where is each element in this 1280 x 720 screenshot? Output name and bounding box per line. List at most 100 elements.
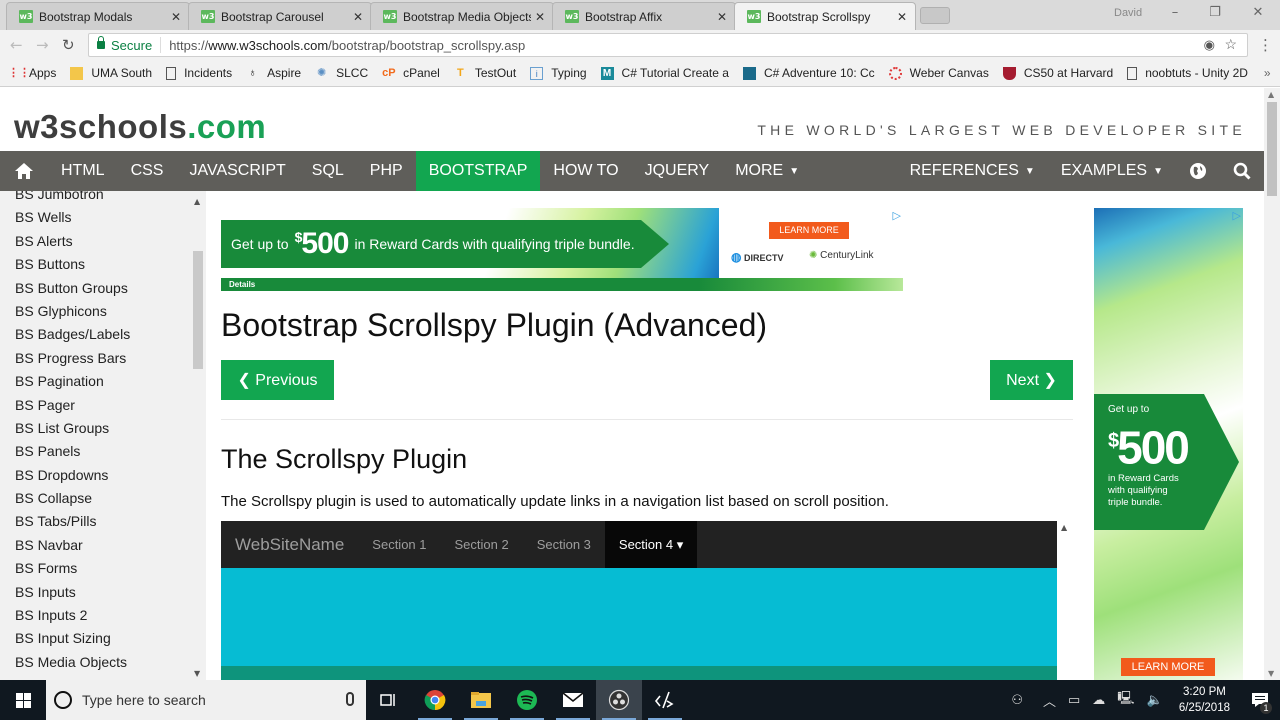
close-tab-icon[interactable]: ✕: [717, 10, 727, 24]
back-arrow-icon[interactable]: ←: [10, 36, 23, 54]
sidebar-item-media-objects[interactable]: BS Media Objects: [0, 651, 206, 674]
sidebar-item-collapse[interactable]: BS Collapse: [0, 487, 206, 510]
sidebar-item-wells[interactable]: BS Wells: [0, 206, 206, 229]
url-text[interactable]: https://www.w3schools.com/bootstrap/boot…: [161, 38, 525, 53]
nav-jquery[interactable]: JQUERY: [632, 151, 723, 191]
windows-start-icon[interactable]: [0, 680, 46, 720]
show-hidden-icons-chevron-icon[interactable]: ︿: [1043, 691, 1056, 710]
nav-bootstrap[interactable]: BOOTSTRAP: [415, 151, 541, 191]
restore-icon[interactable]: ❐: [1205, 5, 1225, 20]
side-ad-learn-more-button[interactable]: LEARN MORE: [1121, 658, 1215, 676]
bookmark-typing[interactable]: i Typing: [530, 66, 587, 80]
secure-indicator[interactable]: Secure: [89, 36, 162, 53]
close-window-icon[interactable]: ✕: [1248, 5, 1268, 20]
sidebar-item-tabs-pills[interactable]: BS Tabs/Pills: [0, 510, 206, 533]
minimize-icon[interactable]: –: [1165, 5, 1185, 20]
nav-css[interactable]: CSS: [118, 151, 177, 191]
demo-link-section-1[interactable]: Section 1: [358, 521, 440, 568]
obs-icon[interactable]: [596, 680, 642, 720]
taskbar-search-box[interactable]: Type here to search: [46, 680, 366, 720]
reload-icon[interactable]: ↻: [62, 36, 75, 54]
new-tab-button[interactable]: [920, 7, 950, 24]
bookmark-slcc[interactable]: ✺ SLCC: [315, 66, 368, 80]
sidebar-item-button-groups[interactable]: BS Button Groups: [0, 277, 206, 300]
bookmark-uma-south[interactable]: UMA South: [70, 66, 152, 80]
adchoices-icon[interactable]: ▷: [893, 209, 901, 222]
microphone-icon[interactable]: [346, 692, 354, 706]
bookmark-cpanel[interactable]: cP cPanel: [382, 66, 440, 80]
file-explorer-icon[interactable]: [458, 680, 504, 720]
nav-sql[interactable]: SQL: [299, 151, 357, 191]
nav-references[interactable]: REFERENCES ▼: [897, 151, 1048, 191]
bookmarks-overflow-button[interactable]: »: [1264, 66, 1271, 80]
sidebar-scroll-thumb[interactable]: [193, 251, 203, 369]
bookmark-noobtuts[interactable]: noobtuts - Unity 2D: [1127, 66, 1248, 80]
close-tab-icon[interactable]: ✕: [897, 10, 907, 24]
task-view-icon[interactable]: [366, 680, 412, 720]
close-tab-icon[interactable]: ✕: [535, 10, 545, 24]
home-icon[interactable]: [0, 151, 48, 191]
nav-examples[interactable]: EXAMPLES ▼: [1048, 151, 1176, 191]
tab-bootstrap-scrollspy[interactable]: w3 Bootstrap Scrollspy ✕: [734, 2, 916, 30]
demo-scrollbar[interactable]: ▲: [1057, 521, 1073, 680]
code-editor-icon[interactable]: [642, 680, 688, 720]
sidebar-item-list-groups[interactable]: BS List Groups: [0, 417, 206, 440]
adchoices-icon[interactable]: ▷: [1233, 209, 1241, 222]
bookmark-star-icon[interactable]: ☆: [1224, 36, 1237, 53]
forward-arrow-icon[interactable]: →: [36, 36, 49, 54]
sidebar-item-inputs[interactable]: BS Inputs: [0, 581, 206, 604]
page-scrollbar[interactable]: ▲ ▼: [1264, 88, 1280, 680]
demo-link-section-4[interactable]: Section 4 ▾: [604, 521, 698, 568]
next-button[interactable]: Next ❯: [990, 360, 1073, 400]
previous-button[interactable]: ❮ Previous: [221, 360, 334, 400]
scroll-down-arrow-icon[interactable]: ▼: [194, 669, 200, 678]
demo-link-section-3[interactable]: Section 3: [523, 521, 605, 568]
nav-html[interactable]: HTML: [48, 151, 118, 191]
tab-bootstrap-modals[interactable]: w3 Bootstrap Modals ✕: [6, 2, 190, 30]
demo-brand[interactable]: WebSiteName: [221, 535, 358, 555]
nav-more[interactable]: MORE ▼: [722, 151, 812, 191]
globe-icon[interactable]: [1176, 151, 1220, 191]
sidebar-item-jumbotron[interactable]: BS Jumbotron: [0, 191, 206, 206]
bookmark-testout[interactable]: T TestOut: [454, 66, 516, 80]
demo-link-section-2[interactable]: Section 2: [441, 521, 523, 568]
sidebar-item-forms[interactable]: BS Forms: [0, 557, 206, 580]
volume-icon[interactable]: 🔈: [1147, 692, 1163, 708]
battery-icon[interactable]: ▭: [1068, 692, 1080, 708]
sidebar-item-dropdowns[interactable]: BS Dropdowns: [0, 464, 206, 487]
w3schools-logo[interactable]: w3schools.com: [14, 108, 266, 146]
search-icon[interactable]: [1220, 151, 1264, 191]
chrome-icon[interactable]: [412, 680, 458, 720]
sidebar-item-input-sizing[interactable]: BS Input Sizing: [0, 627, 206, 650]
bookmark-cs50[interactable]: CS50 at Harvard: [1002, 66, 1113, 80]
close-tab-icon[interactable]: ✕: [171, 10, 181, 24]
mail-icon[interactable]: [550, 680, 596, 720]
tab-bootstrap-affix[interactable]: w3 Bootstrap Affix ✕: [552, 2, 736, 30]
sidebar-item-glyphicons[interactable]: BS Glyphicons: [0, 300, 206, 323]
bookmark-aspire[interactable]: ♁ Aspire: [246, 66, 301, 80]
scroll-down-arrow-icon[interactable]: ▼: [1268, 669, 1274, 678]
page-scroll-thumb[interactable]: [1267, 102, 1277, 196]
close-tab-icon[interactable]: ✕: [353, 10, 363, 24]
side-ad[interactable]: ▷ Get up to $500 in Reward Cards with qu…: [1094, 208, 1243, 680]
nav-php[interactable]: PHP: [357, 151, 416, 191]
ad-banner[interactable]: Get up to $500 in Reward Cards with qual…: [221, 208, 903, 291]
scroll-up-arrow-icon[interactable]: ▲: [1061, 523, 1067, 532]
bookmark-csharp-tutorial[interactable]: M C# Tutorial Create a: [600, 66, 729, 80]
action-center-icon[interactable]: 1: [1240, 680, 1280, 720]
bookmark-weber-canvas[interactable]: Weber Canvas: [888, 66, 989, 80]
sidebar-item-pager[interactable]: BS Pager: [0, 394, 206, 417]
address-bar[interactable]: Secure https://www.w3schools.com/bootstr…: [88, 33, 1248, 57]
sidebar-item-panels[interactable]: BS Panels: [0, 440, 206, 463]
bookmark-csharp-adventure[interactable]: C# Adventure 10: Cc: [742, 66, 875, 80]
sidebar-item-badges-labels[interactable]: BS Badges/Labels: [0, 323, 206, 346]
sidebar-item-alerts[interactable]: BS Alerts: [0, 230, 206, 253]
nav-how-to[interactable]: HOW TO: [540, 151, 631, 191]
scroll-up-arrow-icon[interactable]: ▲: [1268, 90, 1274, 99]
ad-learn-more-button[interactable]: LEARN MORE: [769, 222, 849, 239]
tab-bootstrap-carousel[interactable]: w3 Bootstrap Carousel ✕: [188, 2, 372, 30]
ad-details-link[interactable]: Details: [221, 278, 903, 291]
nav-javascript[interactable]: JAVASCRIPT: [176, 151, 298, 191]
menu-kebab-icon[interactable]: ⋮: [1258, 36, 1273, 54]
taskbar-clock[interactable]: 3:20 PM 6/25/2018: [1179, 684, 1230, 716]
